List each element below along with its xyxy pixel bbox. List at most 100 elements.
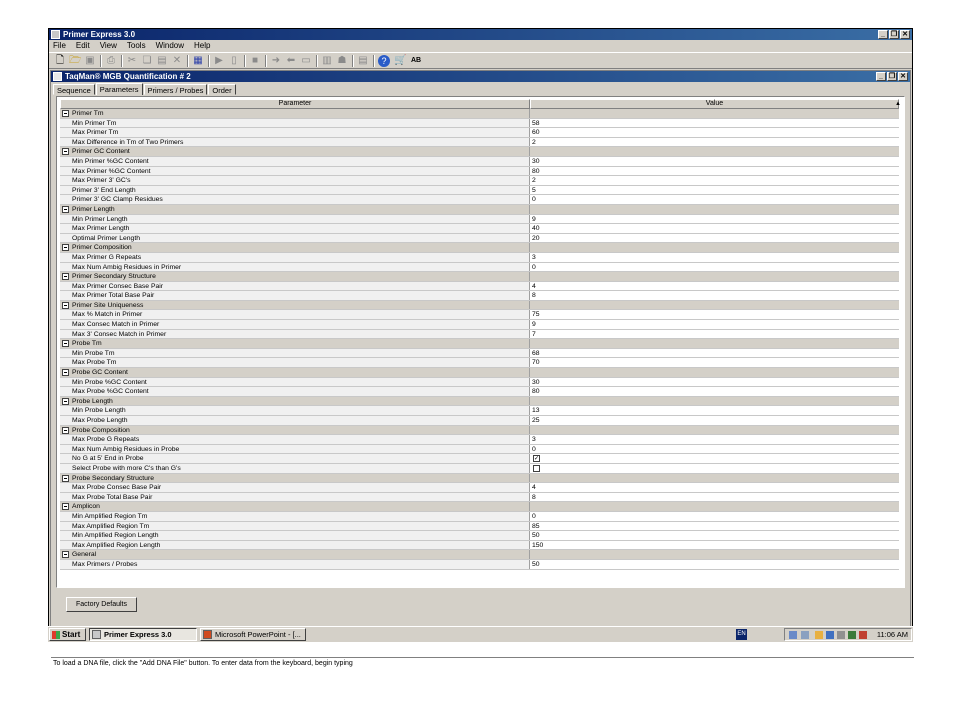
parameter-row[interactable]: Max Primer Total Base Pair 8	[60, 291, 899, 301]
parameter-value-field[interactable]: 0	[530, 262, 899, 272]
collapse-icon[interactable]	[62, 148, 69, 156]
tray-icon[interactable]	[859, 631, 867, 639]
copy-icon[interactable]: ❏	[141, 55, 153, 67]
parameter-value-field[interactable]: 8	[530, 492, 899, 502]
list-icon[interactable]: ▥	[321, 55, 333, 67]
collapse-icon[interactable]	[62, 205, 69, 213]
parameter-row[interactable]: Min Amplified Region Length 50	[60, 531, 899, 541]
window-icon[interactable]: ▭	[300, 55, 312, 67]
parameter-value-field[interactable]: 5	[530, 185, 899, 195]
collapse-icon[interactable]	[62, 340, 69, 348]
checkbox[interactable]: ✓	[533, 455, 540, 463]
group-row[interactable]: Probe Secondary Structure	[60, 473, 899, 484]
parameter-value-field[interactable]: 80	[530, 387, 899, 396]
group-row[interactable]: Probe Composition	[60, 425, 899, 436]
parameter-row[interactable]: Max % Match in Primer 75	[60, 310, 899, 321]
parameter-row[interactable]: Primer 3' End Length 5	[60, 185, 899, 196]
grid-icon[interactable]: ▦	[192, 55, 204, 67]
parameter-row[interactable]: No G at 5' End in Probe ✓	[60, 454, 899, 464]
parameter-row[interactable]: Max Num Ambig Residues in Primer 0	[60, 262, 899, 273]
tab-sequence[interactable]: Sequence	[53, 84, 95, 95]
parameter-value-field[interactable]: 50	[530, 559, 899, 569]
parameter-row[interactable]: Max Probe Length 25	[60, 416, 899, 426]
collapse-icon[interactable]	[62, 301, 69, 309]
parameter-value-field[interactable]: 13	[530, 406, 899, 415]
parameter-value-field[interactable]: 80	[530, 166, 899, 176]
collapse-icon[interactable]	[62, 244, 69, 252]
group-row[interactable]: Primer Site Uniqueness	[60, 300, 899, 311]
doc-close-icon[interactable]: ✕	[898, 72, 908, 81]
parameter-row[interactable]: Max Primer Tm 60	[60, 128, 899, 138]
tray-icon[interactable]	[789, 631, 797, 639]
parameter-value-field[interactable]: 50	[530, 531, 899, 540]
parameter-value-field[interactable]: 4	[530, 483, 899, 492]
parameter-value-field[interactable]: 20	[530, 233, 899, 243]
parameter-row[interactable]: Max Difference in Tm of Two Primers 2	[60, 137, 899, 148]
forward-arrow-icon[interactable]: ➜	[270, 55, 282, 67]
parameter-row[interactable]: Max Amplified Region Tm 85	[60, 521, 899, 532]
doc-restore-icon[interactable]: ❐	[887, 72, 897, 81]
collapse-icon[interactable]	[62, 273, 69, 281]
factory-defaults-button[interactable]: Factory Defaults	[66, 597, 137, 612]
tray-icon[interactable]	[826, 631, 834, 639]
group-row[interactable]: General	[60, 550, 899, 560]
parameter-value-field[interactable]: 3	[530, 252, 899, 262]
parameter-value-field[interactable]: 2	[530, 137, 899, 147]
menu-edit[interactable]: Edit	[76, 40, 90, 51]
tab-primers-probes[interactable]: Primers / Probes	[143, 84, 208, 95]
tray-icon[interactable]	[837, 631, 845, 639]
parameter-value-field[interactable]: 0	[530, 195, 899, 204]
delete-icon[interactable]: ✕	[171, 55, 183, 67]
parameter-value-field[interactable]: 2	[530, 176, 899, 185]
open-icon[interactable]: 🗁	[69, 55, 81, 67]
checkbox[interactable]	[533, 464, 540, 472]
task-powerpoint[interactable]: Microsoft PowerPoint - [...	[200, 628, 306, 641]
ab-icon[interactable]: AB	[410, 55, 422, 67]
parameter-value-field[interactable]: 7	[530, 329, 899, 339]
parameter-value-field[interactable]: 25	[530, 416, 899, 425]
parameter-value-field[interactable]: 40	[530, 224, 899, 233]
parameter-row[interactable]: Max Probe %GC Content 80	[60, 387, 899, 397]
parameter-value-field[interactable]: 0	[530, 511, 899, 521]
collapse-icon[interactable]	[62, 474, 69, 482]
parameter-row[interactable]: Max Primer %GC Content 80	[60, 166, 899, 177]
cart-icon[interactable]: 🛒	[394, 55, 406, 67]
parameter-row[interactable]: Optimal Primer Length 20	[60, 233, 899, 244]
menu-file[interactable]: File	[53, 40, 66, 51]
parameter-value-field[interactable]: 30	[530, 377, 899, 387]
menu-window[interactable]: Window	[156, 40, 184, 51]
parameter-value-field[interactable]: 0	[530, 444, 899, 454]
page-icon[interactable]: ▯	[228, 55, 240, 67]
group-row[interactable]: Primer Tm	[60, 109, 899, 119]
parameter-row[interactable]: Min Amplified Region Tm 0	[60, 511, 899, 522]
parameter-row[interactable]: Min Probe Tm 68	[60, 348, 899, 359]
parameter-value-field[interactable]: 30	[530, 156, 899, 166]
parameter-value-field[interactable]: 8	[530, 291, 899, 300]
tab-parameters[interactable]: Parameters	[95, 83, 143, 95]
parameter-value-field[interactable]: 150	[530, 540, 899, 550]
scroll-up-icon[interactable]: ▲	[895, 99, 901, 109]
parameter-value-field[interactable]: 4	[530, 281, 899, 291]
table-icon[interactable]: ▤	[357, 55, 369, 67]
parameter-row[interactable]: Max Primer G Repeats 3	[60, 252, 899, 263]
parameter-row[interactable]: Max Primers / Probes 50	[60, 559, 899, 570]
parameter-row[interactable]: Max Consec Match in Primer 9	[60, 320, 899, 330]
stop-icon[interactable]: ■	[249, 55, 261, 67]
menu-view[interactable]: View	[100, 40, 117, 51]
column-header-parameter[interactable]: Parameter	[60, 99, 530, 109]
restore-icon[interactable]: ❐	[889, 30, 899, 39]
collapse-icon[interactable]	[62, 551, 69, 559]
paste-icon[interactable]: ▤	[156, 55, 168, 67]
minimize-icon[interactable]: _	[878, 30, 888, 39]
parameter-row[interactable]: Max Probe Consec Base Pair 4	[60, 483, 899, 493]
back-arrow-icon[interactable]: ⬅	[285, 55, 297, 67]
tab-order[interactable]: Order	[208, 84, 236, 95]
collapse-icon[interactable]	[62, 110, 69, 117]
parameter-row[interactable]: Select Probe with more C's than G's	[60, 463, 899, 474]
help-icon[interactable]: ?	[378, 55, 390, 67]
menu-tools[interactable]: Tools	[127, 40, 146, 51]
parameter-value-field[interactable]: 75	[530, 310, 899, 320]
parameter-row[interactable]: Max Primer Length 40	[60, 224, 899, 234]
parameter-value-field[interactable]: 68	[530, 348, 899, 358]
collapse-icon[interactable]	[62, 369, 69, 377]
